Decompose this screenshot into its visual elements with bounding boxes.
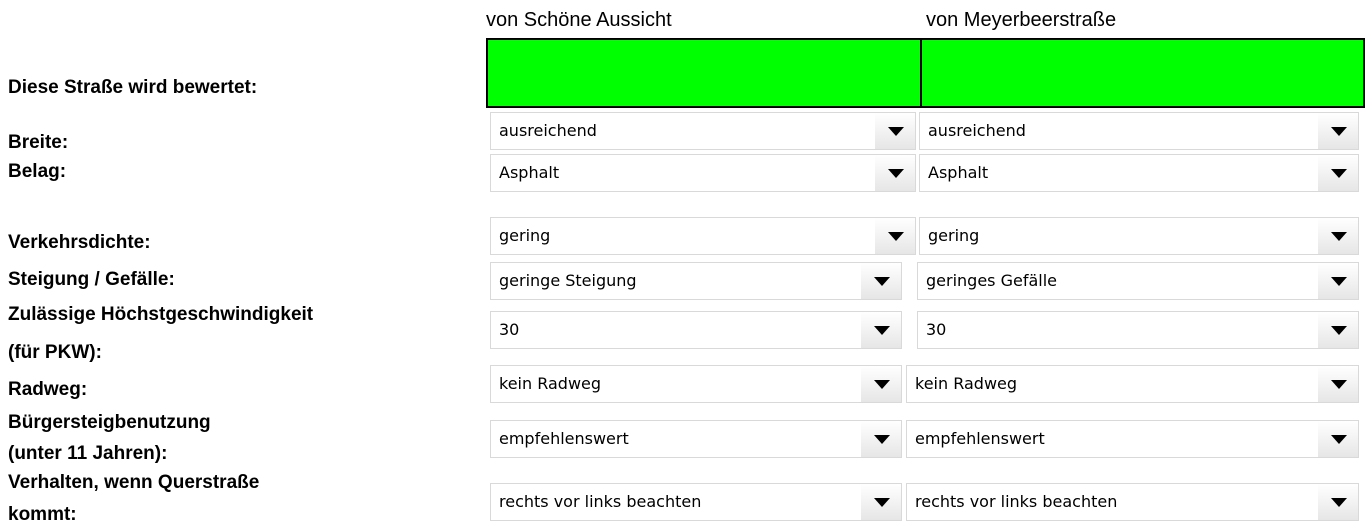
surface-select-col2[interactable]: Asphalt (919, 154, 1359, 192)
bikelane-select-col2-value: kein Radweg (915, 374, 1018, 393)
bikelane-select-col1[interactable]: kein Radweg (490, 365, 902, 403)
label-street: Diese Straße wird bewertet: (8, 77, 258, 98)
crossing-select-col1-value: rechts vor links beachten (499, 492, 702, 511)
traffic-select-col1-value: gering (499, 226, 551, 245)
width-select-col2[interactable]: ausreichend (919, 112, 1359, 150)
width-select-col2-value: ausreichend (928, 121, 1026, 140)
crossing-select-col2[interactable]: rechts vor links beachten (906, 483, 1359, 521)
label-width: Breite: (8, 132, 69, 153)
column-header-schoene-aussicht: von Schöne Aussicht (486, 9, 672, 31)
label-surface: Belag: (8, 161, 67, 182)
slope-select-col1[interactable]: geringe Steigung (490, 262, 902, 300)
chevron-down-icon[interactable] (1318, 366, 1358, 402)
slope-select-col2-value: geringes Gefälle (926, 271, 1057, 290)
speed-select-col2[interactable]: 30 (917, 311, 1359, 349)
speed-select-col2-value: 30 (926, 320, 947, 339)
sidewalk-select-col1[interactable]: empfehlenswert (490, 420, 902, 458)
label-speed-line2: (für PKW): (8, 342, 102, 363)
surface-select-col2-value: Asphalt (928, 163, 989, 182)
surface-select-col1-value: Asphalt (499, 163, 560, 182)
column-header-meyerbeerstrasse: von Meyerbeerstraße (926, 9, 1117, 31)
chevron-down-icon[interactable] (861, 366, 901, 402)
label-bikelane: Radweg: (8, 379, 88, 400)
chevron-down-icon[interactable] (861, 421, 901, 457)
surface-select-col1[interactable]: Asphalt (490, 154, 916, 192)
crossing-select-col2-value: rechts vor links beachten (915, 492, 1118, 511)
street-cell-meyerbeerstrasse (920, 38, 1365, 108)
traffic-select-col1[interactable]: gering (490, 217, 916, 255)
label-speed-line1: Zulässige Höchstgeschwindigkeit (8, 304, 314, 325)
bikelane-select-col1-value: kein Radweg (499, 374, 602, 393)
chevron-down-icon[interactable] (1318, 113, 1358, 149)
chevron-down-icon[interactable] (1318, 421, 1358, 457)
slope-select-col2[interactable]: geringes Gefälle (917, 262, 1359, 300)
width-select-col1-value: ausreichend (499, 121, 597, 140)
speed-select-col1[interactable]: 30 (490, 311, 902, 349)
traffic-select-col2-value: gering (928, 226, 980, 245)
chevron-down-icon[interactable] (1318, 218, 1358, 254)
chevron-down-icon[interactable] (1318, 263, 1358, 299)
label-crossing-line2: kommt: (8, 504, 77, 525)
label-traffic: Verkehrsdichte: (8, 232, 151, 253)
chevron-down-icon[interactable] (1318, 312, 1358, 348)
street-cell-schoene-aussicht (486, 38, 922, 108)
chevron-down-icon[interactable] (875, 113, 915, 149)
chevron-down-icon[interactable] (1318, 484, 1358, 520)
chevron-down-icon[interactable] (861, 263, 901, 299)
sidewalk-select-col1-value: empfehlenswert (499, 429, 629, 448)
width-select-col1[interactable]: ausreichend (490, 112, 916, 150)
sidewalk-select-col2-value: empfehlenswert (915, 429, 1045, 448)
speed-select-col1-value: 30 (499, 320, 520, 339)
chevron-down-icon[interactable] (861, 312, 901, 348)
traffic-select-col2[interactable]: gering (919, 217, 1359, 255)
label-sidewalk-line2: (unter 11 Jahren): (8, 443, 168, 464)
chevron-down-icon[interactable] (1318, 155, 1358, 191)
chevron-down-icon[interactable] (875, 218, 915, 254)
label-slope: Steigung / Gefälle: (8, 269, 175, 290)
slope-select-col1-value: geringe Steigung (499, 271, 637, 290)
chevron-down-icon[interactable] (875, 155, 915, 191)
bikelane-select-col2[interactable]: kein Radweg (906, 365, 1359, 403)
crossing-select-col1[interactable]: rechts vor links beachten (490, 483, 902, 521)
sidewalk-select-col2[interactable]: empfehlenswert (906, 420, 1359, 458)
label-crossing-line1: Verhalten, wenn Querstraße (8, 472, 260, 493)
label-sidewalk-line1: Bürgersteigbenutzung (8, 412, 211, 433)
chevron-down-icon[interactable] (861, 484, 901, 520)
